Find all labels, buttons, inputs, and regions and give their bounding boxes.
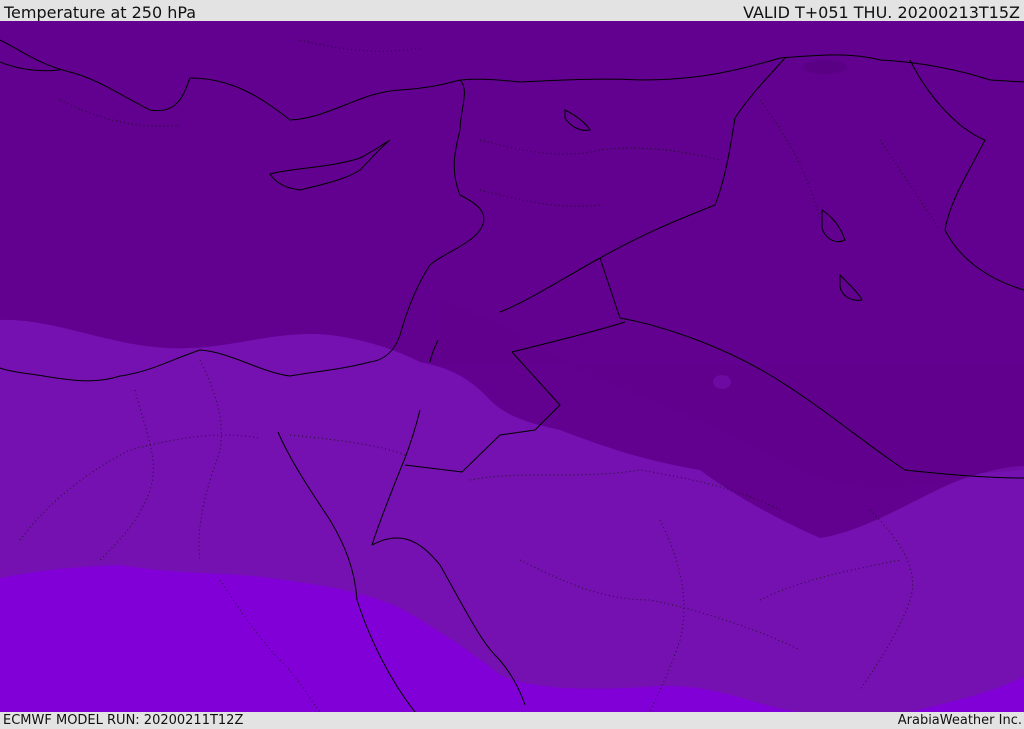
cold-spot-north: [803, 60, 847, 74]
credit: ArabiaWeather Inc.: [897, 713, 1022, 728]
header-bar: Temperature at 250 hPa VALID T+051 THU. …: [0, 0, 1024, 22]
model-run: ECMWF MODEL RUN: 20200211T12Z: [3, 713, 244, 728]
map-title: Temperature at 250 hPa: [4, 3, 197, 22]
cold-spot: [713, 375, 731, 389]
temperature-map: [0, 21, 1024, 712]
valid-time: VALID T+051 THU. 20200213T15Z: [743, 3, 1020, 22]
footer-bar: ECMWF MODEL RUN: 20200211T12Z ArabiaWeat…: [0, 712, 1024, 729]
